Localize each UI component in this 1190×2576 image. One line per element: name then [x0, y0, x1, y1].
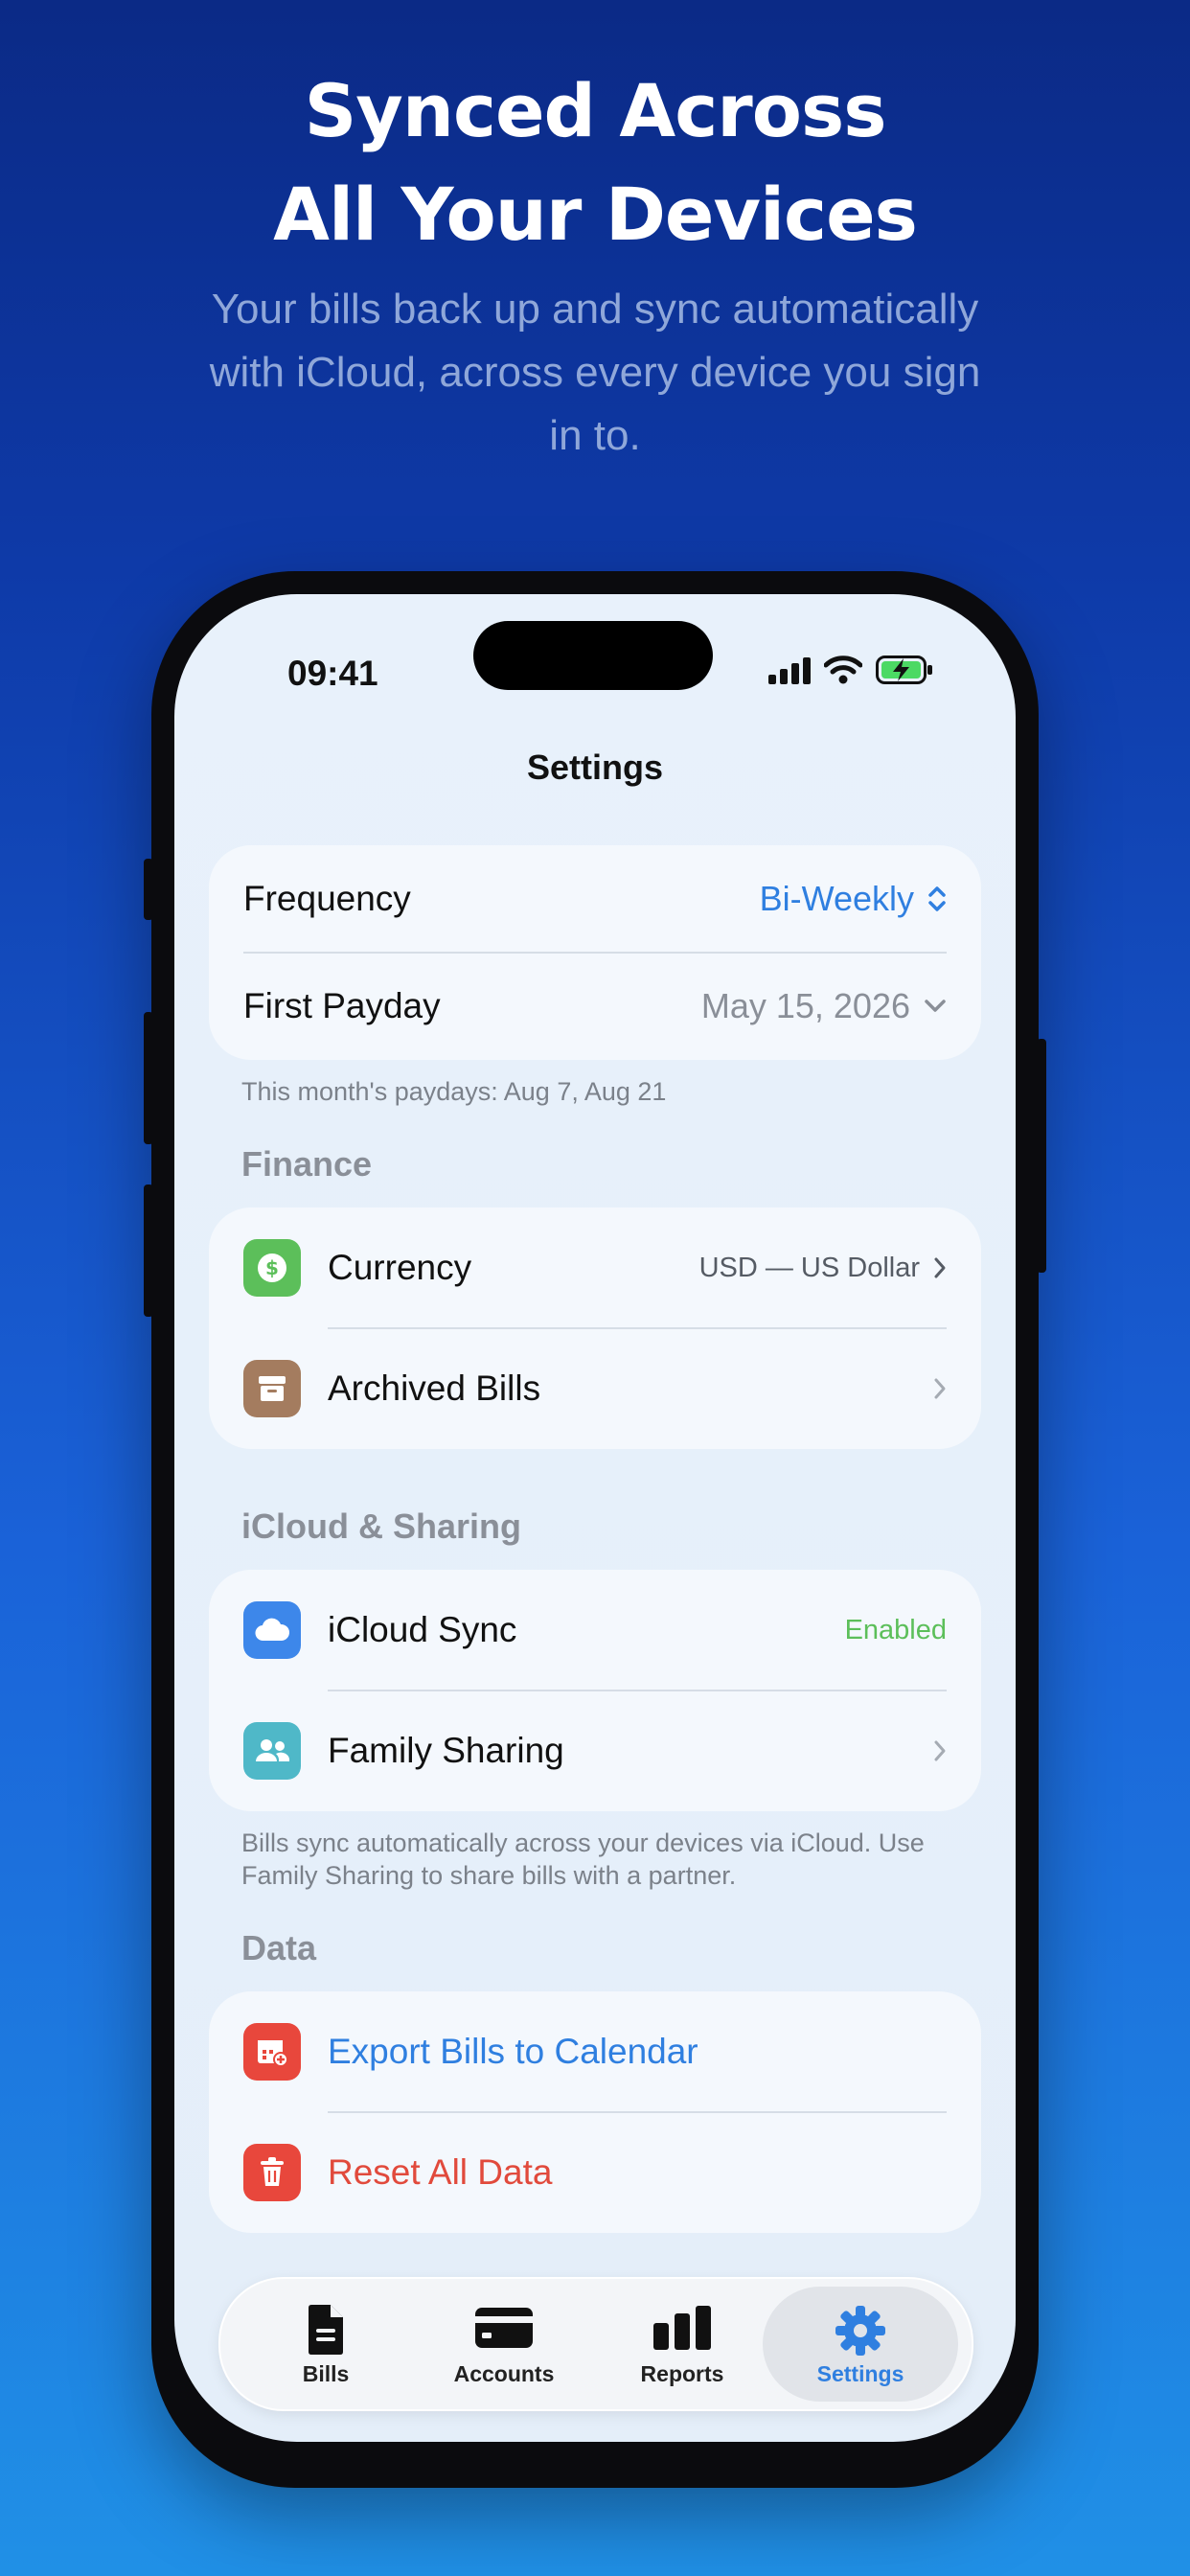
- tab-reports[interactable]: Reports: [596, 2279, 768, 2409]
- reset-data-label: Reset All Data: [328, 2152, 553, 2192]
- export-tile: [243, 2023, 301, 2081]
- gear-icon: [835, 2306, 885, 2356]
- svg-text:$: $: [265, 1256, 279, 1279]
- icloud-sync-value: Enabled: [844, 1614, 947, 1645]
- tab-accounts[interactable]: Accounts: [418, 2279, 590, 2409]
- reset-data-row[interactable]: Reset All Data: [209, 2112, 981, 2233]
- currency-value-group: USD — US Dollar: [699, 1253, 947, 1284]
- archived-chevron-wrap: [933, 1377, 947, 1400]
- frequency-row[interactable]: Frequency Bi-Weekly: [209, 845, 981, 953]
- document-icon: [309, 2305, 343, 2355]
- finance-card: $ Currency USD — US Dollar Archived Bill…: [209, 1208, 981, 1449]
- phone-frame: 09:41 Settings Frequency Bi-Weekly First…: [144, 571, 1046, 2488]
- reset-tile: [243, 2144, 301, 2201]
- power-button: [1037, 1039, 1046, 1273]
- chevron-right-icon: [934, 1378, 946, 1399]
- tab-settings-label: Settings: [816, 2361, 904, 2386]
- chevron-right-icon: [934, 1257, 946, 1278]
- archived-bills-label: Archived Bills: [328, 1368, 541, 1408]
- chevron-up-down-icon: [928, 886, 946, 911]
- calendar-add-icon: [258, 2040, 288, 2067]
- first-payday-value: May 15, 2026: [700, 986, 910, 1025]
- data-section-header: Data: [241, 1928, 317, 1967]
- phone-screen: 09:41 Settings Frequency Bi-Weekly First…: [174, 594, 1016, 2442]
- wifi-icon: [824, 656, 862, 684]
- headline-line-2: All Your Devices: [273, 172, 918, 257]
- family-sharing-row[interactable]: Family Sharing: [209, 1690, 981, 1811]
- headline-line-1: Synced Across: [304, 68, 887, 153]
- icloud-footnote: Bills sync automatically across your dev…: [241, 1828, 925, 1890]
- tab-bills-label: Bills: [302, 2361, 350, 2386]
- finance-section-header: Finance: [241, 1144, 373, 1184]
- frequency-value: Bi-Weekly: [759, 879, 914, 918]
- dollar-icon: $: [258, 1254, 286, 1282]
- marketing-subline: Your bills back up and sync automaticall…: [209, 286, 981, 459]
- tab-settings[interactable]: Settings: [763, 2279, 958, 2409]
- bar-chart-icon: [653, 2306, 711, 2350]
- pay-schedule-card: Frequency Bi-Weekly First Payday May 15,…: [209, 845, 981, 1060]
- currency-label: Currency: [328, 1248, 472, 1287]
- first-payday-row[interactable]: First Payday May 15, 2026: [209, 953, 981, 1060]
- tab-bills[interactable]: Bills: [240, 2279, 412, 2409]
- family-tile: [243, 1722, 301, 1780]
- card-icon: [475, 2308, 533, 2348]
- cellular-signal-icon: [768, 657, 811, 684]
- people-icon: [256, 1739, 290, 1761]
- chevron-down-icon: [925, 1000, 946, 1012]
- status-icons: [768, 656, 933, 684]
- paydays-footnote: This month's paydays: Aug 7, Aug 21: [241, 1077, 667, 1106]
- frequency-picker[interactable]: Bi-Weekly: [760, 879, 947, 919]
- cloud-icon: [255, 1618, 290, 1642]
- nav-title: Settings: [526, 748, 663, 787]
- chevron-right-icon: [934, 1740, 946, 1761]
- tab-reports-label: Reports: [640, 2361, 724, 2386]
- icloud-card: iCloud Sync Enabled Family Sharing: [209, 1570, 981, 1811]
- battery-charging-icon: [876, 656, 932, 684]
- icloud-tile: [243, 1601, 301, 1659]
- archive-tile: [243, 1360, 301, 1417]
- icloud-section-header: iCloud & Sharing: [241, 1506, 521, 1546]
- volume-up-button: [144, 1012, 153, 1144]
- dynamic-island: [473, 621, 713, 690]
- currency-tile: $: [243, 1239, 301, 1297]
- tab-accounts-label: Accounts: [453, 2361, 555, 2386]
- currency-value: USD — US Dollar: [698, 1252, 920, 1283]
- archived-bills-row[interactable]: Archived Bills: [209, 1328, 981, 1449]
- icloud-sync-row[interactable]: iCloud Sync Enabled: [209, 1570, 981, 1690]
- trash-icon: [261, 2157, 284, 2186]
- export-calendar-row[interactable]: Export Bills to Calendar: [209, 1991, 981, 2112]
- family-sharing-label: Family Sharing: [328, 1731, 564, 1770]
- tab-bar: Bills Accounts Reports Settings: [218, 2277, 973, 2411]
- status-time: 09:41: [287, 654, 378, 693]
- frequency-label: Frequency: [243, 879, 411, 918]
- volume-down-button: [144, 1184, 153, 1317]
- family-chevron-wrap: [933, 1739, 947, 1762]
- marketing-headline: Synced Across All Your Devices: [0, 59, 1190, 266]
- data-card: Export Bills to Calendar Reset All Data: [209, 1991, 981, 2233]
- archive-box-icon: [259, 1376, 286, 1401]
- action-button: [144, 859, 153, 920]
- first-payday-label: First Payday: [243, 986, 441, 1025]
- currency-row[interactable]: $ Currency USD — US Dollar: [209, 1208, 981, 1328]
- export-calendar-label: Export Bills to Calendar: [328, 2032, 698, 2071]
- icloud-sync-label: iCloud Sync: [328, 1610, 517, 1649]
- first-payday-picker[interactable]: May 15, 2026: [701, 986, 947, 1026]
